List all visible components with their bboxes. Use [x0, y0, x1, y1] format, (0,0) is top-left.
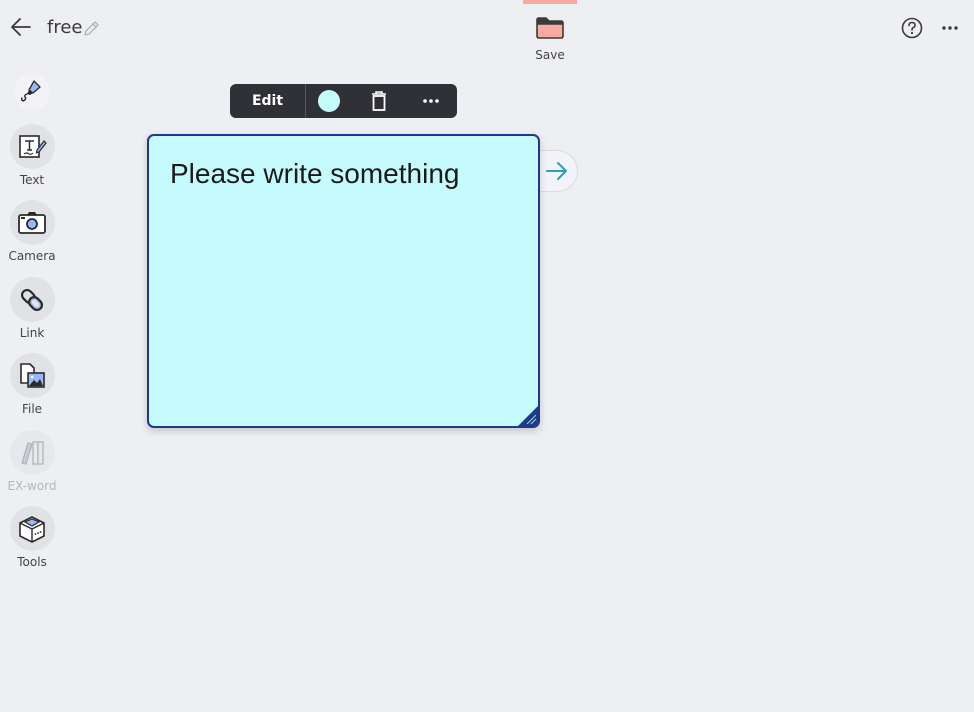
sidebar-item-file[interactable]: File [0, 353, 64, 416]
tool-label: EX-word [7, 479, 57, 493]
document-title: free [47, 17, 83, 38]
tool-label: Camera [8, 249, 56, 263]
tool-label: Tools [17, 555, 47, 569]
edit-title-button[interactable] [82, 20, 100, 38]
toolbox-icon [19, 515, 45, 543]
sidebar-item-pen[interactable] [0, 74, 64, 110]
note-more-button[interactable] [406, 84, 456, 118]
tool-label: File [21, 402, 43, 416]
arrow-right-icon [546, 162, 567, 180]
sticky-note[interactable]: Please write something [147, 134, 540, 428]
resize-handle-icon[interactable] [518, 406, 538, 426]
pencil-icon [84, 21, 99, 36]
more-horizontal-icon [942, 26, 958, 30]
link-icon [20, 288, 44, 311]
folder-icon [536, 17, 564, 39]
file-image-icon [20, 362, 45, 388]
trash-icon [372, 91, 386, 111]
save-button[interactable]: Save [523, 0, 577, 70]
books-icon [21, 440, 44, 465]
sidebar-item-ex-word[interactable]: EX-word [0, 430, 64, 493]
tool-label: Text [19, 173, 45, 187]
sidebar-item-tools[interactable]: Tools [0, 506, 64, 569]
more-horizontal-icon [423, 99, 439, 103]
sidebar-item-text[interactable]: Text [0, 124, 64, 187]
color-picker-button[interactable] [306, 84, 352, 118]
note-toolbar: Edit [230, 84, 457, 118]
sidebar-item-camera[interactable]: Camera [0, 200, 64, 263]
question-circle-icon [901, 17, 923, 39]
back-button[interactable] [8, 14, 34, 40]
more-options-button[interactable] [938, 16, 962, 40]
text-card-icon [19, 134, 47, 158]
pen-icon [20, 80, 41, 102]
edit-button[interactable]: Edit [230, 84, 306, 118]
save-accent-bar [523, 0, 577, 4]
camera-icon [18, 211, 46, 234]
note-text[interactable]: Please write something [170, 158, 459, 190]
arrow-left-icon [11, 18, 31, 36]
sidebar-item-link[interactable]: Link [0, 277, 64, 340]
color-swatch [318, 90, 340, 112]
help-button[interactable] [900, 16, 924, 40]
tool-label: Link [19, 326, 45, 340]
save-label: Save [535, 48, 565, 62]
delete-button[interactable] [352, 84, 406, 118]
